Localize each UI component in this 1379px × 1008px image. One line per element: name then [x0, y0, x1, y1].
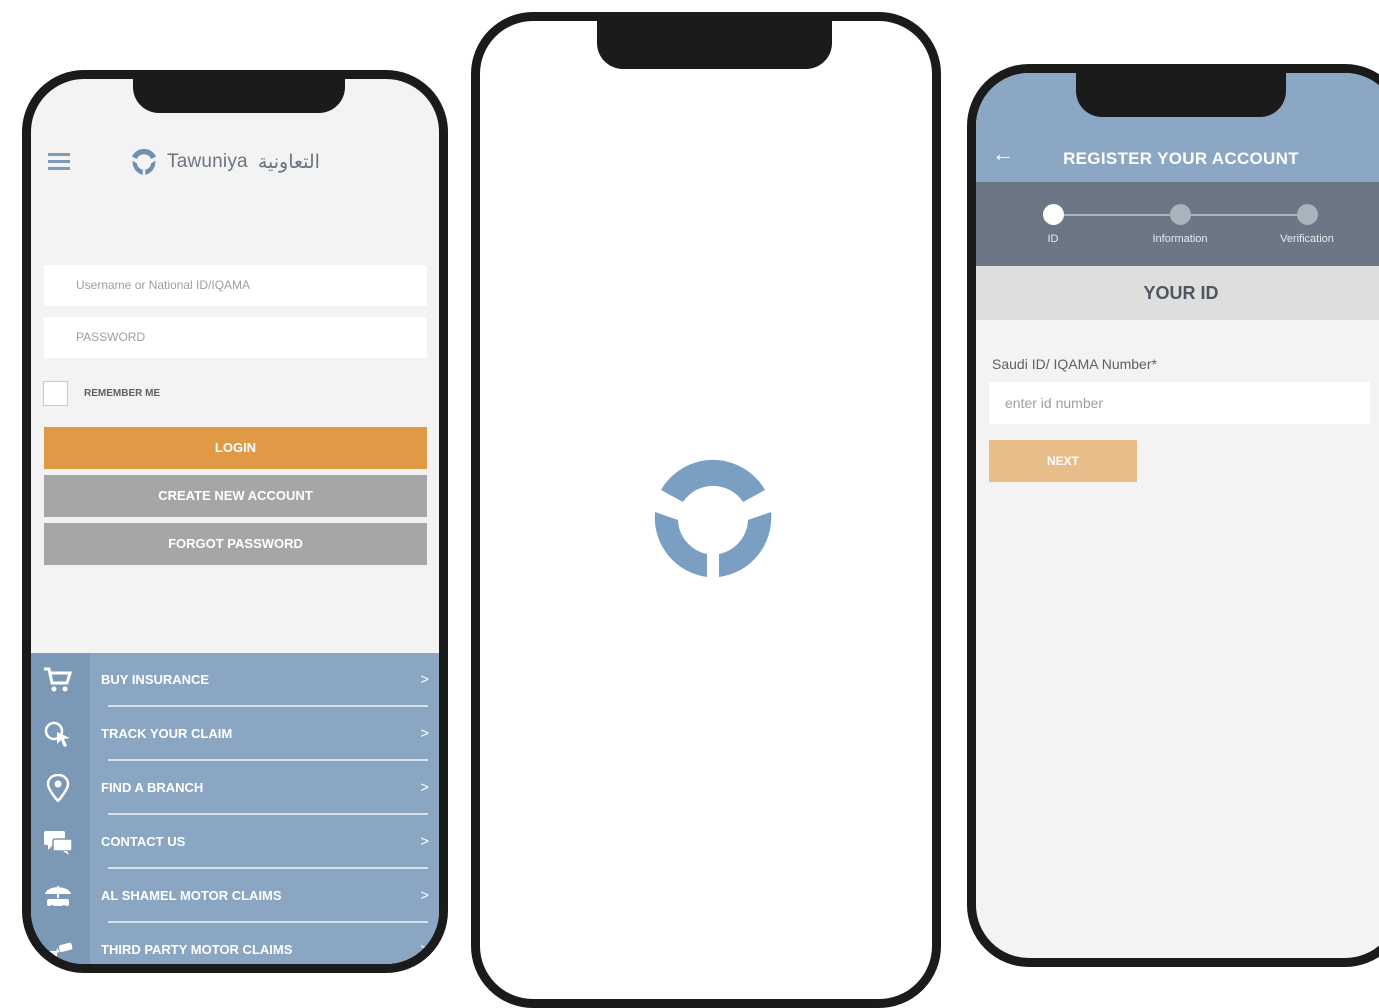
step-label: ID: [1047, 233, 1059, 245]
brand-name-en: Tawuniya: [167, 151, 248, 172]
cart-icon: [44, 667, 73, 692]
menu-item-find-branch[interactable]: FIND A BRANCH >: [31, 761, 439, 815]
menu-item-contact-us[interactable]: CONTACT US >: [31, 815, 439, 869]
phone-notch: [133, 79, 345, 113]
track-search-icon: [44, 721, 70, 747]
chevron-right-icon: >: [420, 725, 429, 742]
hamburger-menu-icon[interactable]: [48, 153, 70, 170]
remember-checkbox[interactable]: [43, 381, 68, 406]
create-account-button[interactable]: CREATE NEW ACCOUNT: [44, 475, 427, 517]
brand-name-ar: التعاونية: [257, 151, 320, 173]
remember-me[interactable]: REMEMBER ME: [43, 381, 160, 406]
chevron-right-icon: >: [420, 941, 429, 958]
registration-stepper: ID Information Verification: [976, 182, 1379, 266]
step-dot-information: [1170, 204, 1191, 225]
splash-phone: [471, 12, 941, 1008]
register-phone: ← REGISTER YOUR ACCOUNT ID Information V…: [967, 64, 1379, 967]
step-connector: [1053, 214, 1180, 216]
phone-notch: [1076, 73, 1286, 117]
menu-item-label: AL SHAMEL MOTOR CLAIMS: [101, 888, 282, 903]
chevron-right-icon: >: [420, 887, 429, 904]
remember-label: REMEMBER ME: [84, 388, 161, 399]
quick-menu: BUY INSURANCE > TRACK YOUR CLAIM > FIND …: [31, 653, 439, 964]
step-label: Information: [1152, 233, 1208, 245]
login-button[interactable]: LOGIN: [44, 427, 427, 469]
chevron-right-icon: >: [420, 833, 429, 850]
menu-item-buy-insurance[interactable]: BUY INSURANCE >: [31, 653, 439, 707]
menu-item-third-party[interactable]: THIRD PARTY MOTOR CLAIMS >: [31, 923, 439, 964]
step-dot-verification: [1297, 204, 1318, 225]
password-field[interactable]: PASSWORD: [44, 317, 427, 358]
login-phone: Tawuniya التعاونية Username or National …: [22, 70, 448, 973]
car-collision-icon: [44, 942, 73, 958]
app-header: Tawuniya التعاونية: [31, 147, 439, 187]
section-title: YOUR ID: [1143, 283, 1219, 303]
menu-item-label: THIRD PARTY MOTOR CLAIMS: [101, 942, 293, 957]
phone-notch: [597, 21, 832, 69]
step-label: Verification: [1280, 233, 1334, 245]
username-field[interactable]: Username or National ID/IQAMA: [44, 265, 427, 306]
tawuniya-logo-icon: [132, 148, 156, 175]
next-button[interactable]: NEXT: [989, 440, 1137, 482]
tawuniya-logo-spinner-icon: [654, 459, 772, 577]
section-header: YOUR ID: [976, 266, 1379, 320]
menu-item-label: CONTACT US: [101, 834, 186, 849]
menu-item-label: BUY INSURANCE: [101, 672, 210, 687]
location-pin-icon: [46, 774, 70, 802]
menu-item-track-claim[interactable]: TRACK YOUR CLAIM >: [31, 707, 439, 761]
step-connector: [1180, 214, 1307, 216]
brand-logo: Tawuniya التعاونية: [129, 147, 320, 177]
step-dot-id: [1043, 204, 1064, 225]
chat-bubbles-icon: [44, 831, 73, 855]
menu-item-al-shamel[interactable]: AL SHAMEL MOTOR CLAIMS >: [31, 869, 439, 923]
chevron-right-icon: >: [420, 779, 429, 796]
menu-item-label: TRACK YOUR CLAIM: [101, 726, 233, 741]
id-number-input[interactable]: enter id number: [989, 382, 1370, 424]
umbrella-car-icon: [45, 886, 71, 909]
chevron-right-icon: >: [420, 671, 429, 688]
forgot-password-button[interactable]: FORGOT PASSWORD: [44, 523, 427, 565]
menu-item-label: FIND A BRANCH: [101, 780, 204, 795]
id-number-label: Saudi ID/ IQAMA Number*: [992, 356, 1157, 372]
page-title: REGISTER YOUR ACCOUNT: [1063, 149, 1299, 168]
